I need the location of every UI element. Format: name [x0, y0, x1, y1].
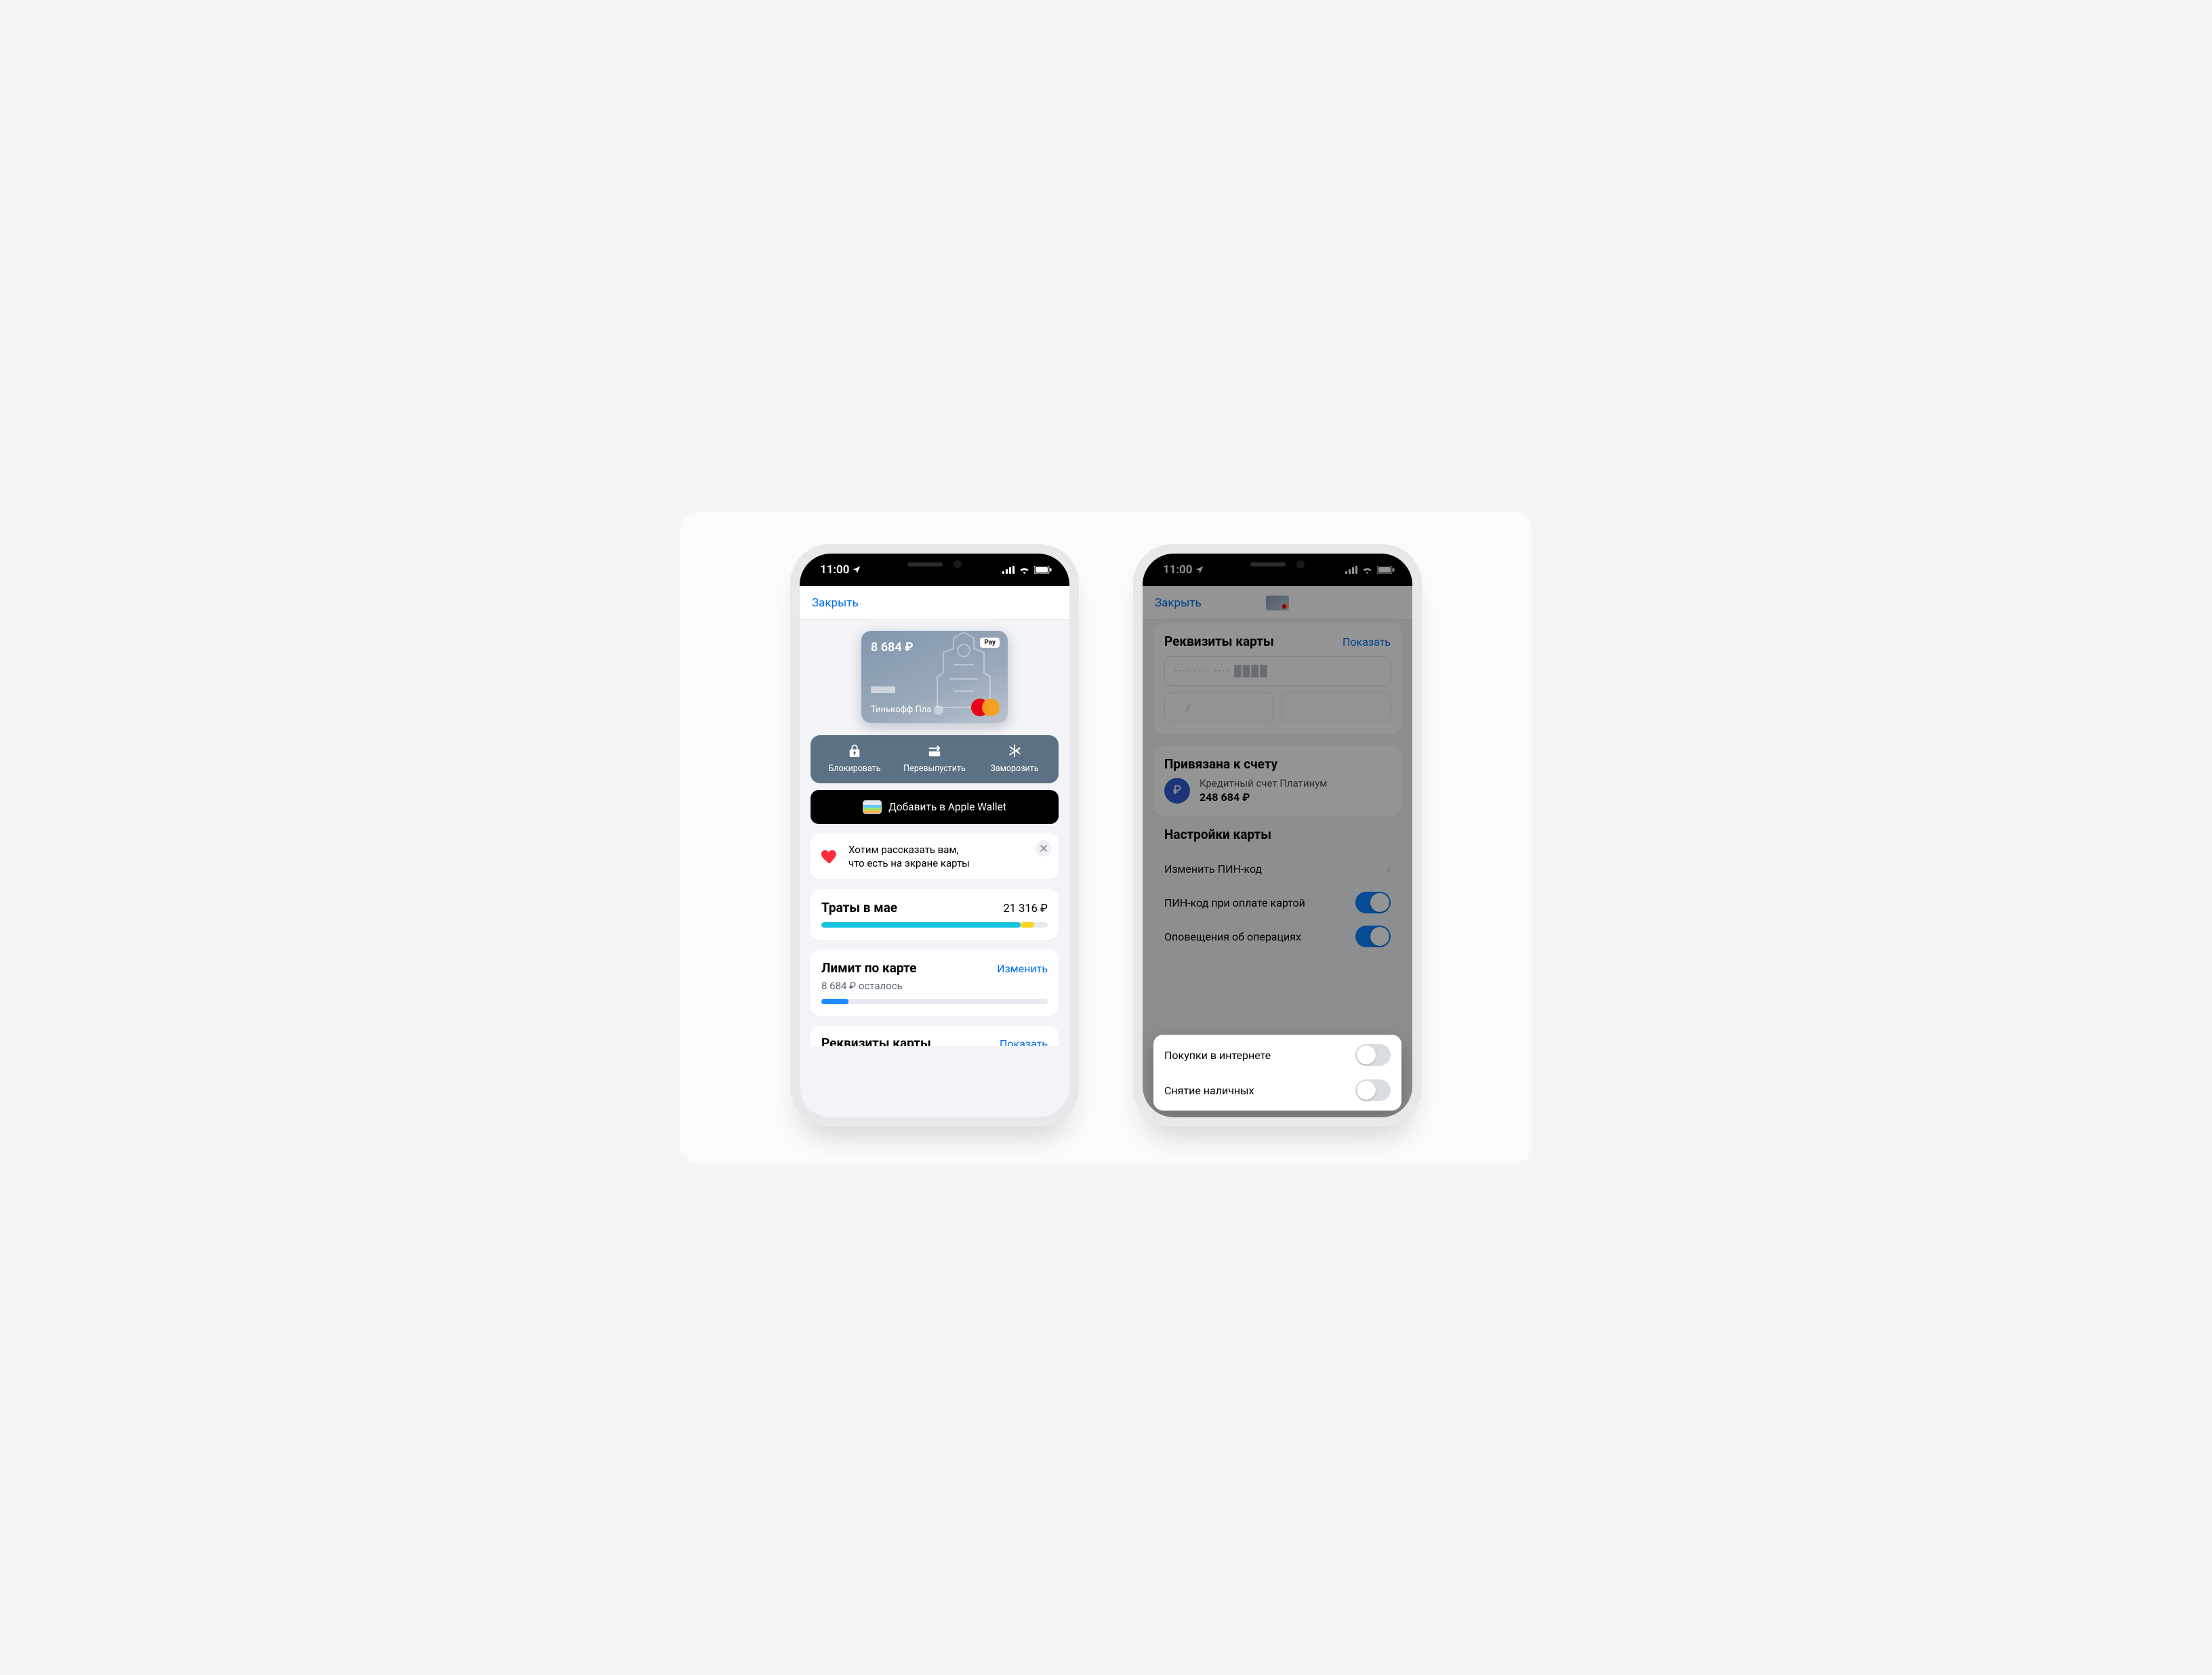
- nav-mini-card: [1266, 596, 1289, 611]
- limit-title: Лимит по карте: [821, 960, 916, 976]
- spending-section[interactable]: Траты в мае 21 316 ₽: [811, 889, 1059, 940]
- operation-notifications-label: Оповещения об операциях: [1164, 930, 1301, 943]
- card-screen-content[interactable]: 8 684 ₽ Pay Тинькофф Пла Блокировать: [800, 620, 1069, 1117]
- card-expiry-field[interactable]: ·· / ··: [1164, 692, 1274, 722]
- requisites-title: Реквизиты карты: [1164, 634, 1274, 649]
- battery-icon: [1034, 566, 1052, 574]
- mastercard-icon: [971, 699, 1000, 716]
- spending-amount: 21 316 ₽: [1003, 903, 1048, 915]
- linked-account-balance: 248 684 ₽: [1200, 791, 1327, 804]
- close-icon: [1040, 845, 1047, 852]
- nav-bar: Закрыть: [1143, 586, 1412, 620]
- block-card-button[interactable]: Блокировать: [815, 743, 895, 774]
- operation-notifications-row: Оповещения об операциях: [1164, 919, 1391, 953]
- operation-notifications-toggle[interactable]: [1355, 926, 1391, 947]
- location-icon: [852, 565, 861, 575]
- cash-withdrawal-toggle[interactable]: [1355, 1079, 1391, 1101]
- freeze-label: Заморозить: [990, 764, 1038, 774]
- card-cvc-field[interactable]: ···: [1281, 692, 1391, 722]
- card-balance: 8 684 ₽: [871, 640, 998, 655]
- card-edit-icon: [934, 705, 943, 715]
- limit-section[interactable]: Лимит по карте Изменить 8 684 ₽ осталось: [811, 949, 1059, 1016]
- notch: [863, 554, 1006, 575]
- card-settings-block: Настройки карты Изменить ПИН-код › ПИН-к…: [1153, 827, 1401, 953]
- bank-card-wrap: 8 684 ₽ Pay Тинькофф Пла: [811, 620, 1059, 735]
- online-purchases-label: Покупки в интернете: [1164, 1049, 1271, 1062]
- info-tip-card[interactable]: Хотим рассказать вам, что есть на экране…: [811, 833, 1059, 880]
- wifi-icon: [1019, 566, 1030, 574]
- card-product-label: Тинькофф Пла: [871, 705, 943, 715]
- online-purchases-toggle[interactable]: [1355, 1044, 1391, 1066]
- mockup-canvas: 11:00 Закрыть 8 684 ₽ Pay: [680, 512, 1532, 1163]
- cash-withdrawal-label: Снятие наличных: [1164, 1084, 1254, 1097]
- snowflake-icon: [1007, 743, 1022, 758]
- reissue-card-button[interactable]: Перевыпустить: [895, 743, 975, 774]
- highlighted-settings-sheet: Покупки в интернете Снятие наличных: [1153, 1035, 1401, 1111]
- lock-icon: [847, 743, 862, 758]
- pin-on-payment-row: ПИН-код при оплате картой: [1164, 886, 1391, 919]
- card-pan-mask: [871, 686, 895, 693]
- card-number-field[interactable]: ···· ···· ···· ████: [1164, 656, 1391, 686]
- apple-wallet-icon: [863, 800, 882, 814]
- close-button[interactable]: Закрыть: [1155, 596, 1202, 610]
- requisites-show-peek[interactable]: Показать: [1000, 1037, 1048, 1046]
- heart-icon: [820, 847, 839, 866]
- pin-on-payment-label: ПИН-код при оплате картой: [1164, 896, 1305, 909]
- phone-right: 11:00 Закрыть Реквизиты карты Показат: [1133, 544, 1422, 1127]
- linked-account-section[interactable]: Привязана к счету ₽ Кредитный счет Плати…: [1153, 745, 1401, 816]
- spending-progress: [821, 922, 1048, 928]
- battery-icon: [1377, 566, 1395, 574]
- freeze-card-button[interactable]: Заморозить: [975, 743, 1054, 774]
- requisites-title-peek: Реквизиты карты: [821, 1035, 931, 1046]
- card-actions-tray: Блокировать Перевыпустить Заморозить: [811, 735, 1059, 783]
- chevron-right-icon: ›: [1387, 862, 1391, 876]
- add-to-apple-wallet-button[interactable]: Добавить в Apple Wallet: [811, 790, 1059, 824]
- close-button[interactable]: Закрыть: [812, 596, 859, 610]
- reissue-label: Перевыпустить: [903, 764, 966, 774]
- reissue-icon: [927, 743, 942, 758]
- cash-withdrawal-row: Снятие наличных: [1164, 1073, 1391, 1108]
- limit-progress: [821, 999, 1048, 1004]
- card-settings-title: Настройки карты: [1164, 827, 1391, 842]
- info-tip-close-button[interactable]: [1036, 840, 1052, 856]
- apple-pay-badge: Pay: [980, 638, 1000, 648]
- status-time: 11:00: [1163, 563, 1192, 577]
- online-purchases-row: Покупки в интернете: [1164, 1037, 1391, 1073]
- wallet-button-label: Добавить в Apple Wallet: [888, 801, 1006, 813]
- phone-left: 11:00 Закрыть 8 684 ₽ Pay: [790, 544, 1079, 1127]
- nav-bar: Закрыть: [800, 586, 1069, 620]
- bank-card[interactable]: 8 684 ₽ Pay Тинькофф Пла: [861, 631, 1008, 723]
- linked-account-name: Кредитный счет Платинум: [1200, 777, 1327, 789]
- linked-account-title: Привязана к счету: [1164, 756, 1391, 772]
- pin-on-payment-toggle[interactable]: [1355, 892, 1391, 913]
- change-pin-row[interactable]: Изменить ПИН-код ›: [1164, 852, 1391, 886]
- ruble-icon: ₽: [1164, 778, 1190, 804]
- change-pin-label: Изменить ПИН-код: [1164, 863, 1262, 875]
- status-time: 11:00: [820, 563, 849, 577]
- notch: [1206, 554, 1349, 575]
- wifi-icon: [1361, 566, 1373, 574]
- location-icon: [1195, 565, 1204, 575]
- spending-title: Траты в мае: [821, 900, 897, 915]
- requisites-section-peek[interactable]: Реквизиты карты Показать: [811, 1026, 1059, 1046]
- limit-remaining: 8 684 ₽ осталось: [821, 980, 1048, 992]
- requisites-show-button[interactable]: Показать: [1343, 636, 1391, 648]
- info-tip-text: Хотим рассказать вам, что есть на экране…: [848, 843, 970, 870]
- requisites-section: Реквизиты карты Показать ···· ···· ···· …: [1153, 623, 1401, 735]
- block-label: Блокировать: [828, 764, 880, 774]
- limit-change-button[interactable]: Изменить: [997, 962, 1048, 975]
